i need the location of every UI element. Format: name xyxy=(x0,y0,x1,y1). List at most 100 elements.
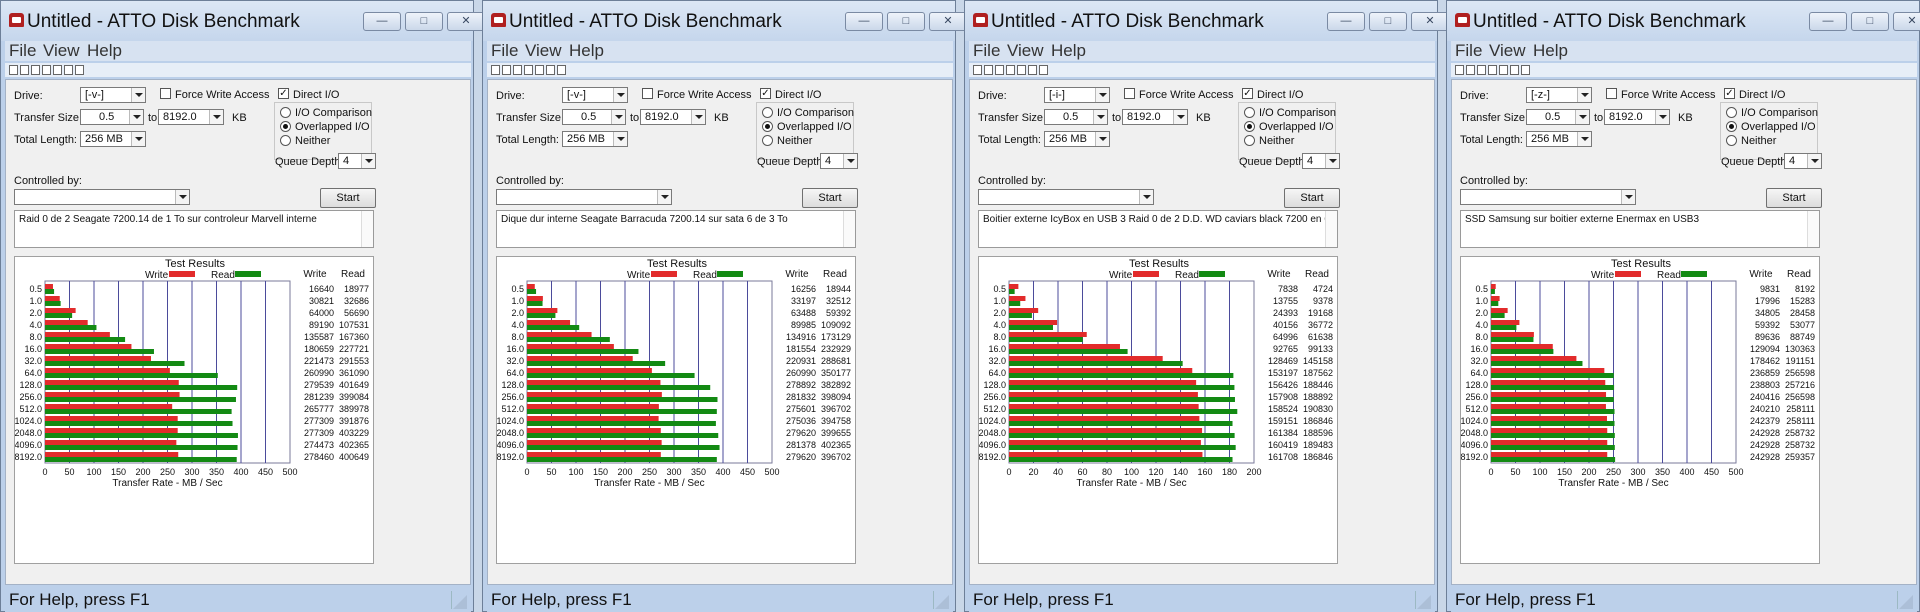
print-icon[interactable] xyxy=(42,65,51,75)
drive-select[interactable]: [-v-] xyxy=(562,87,628,103)
preview-icon[interactable] xyxy=(535,65,544,75)
io-comparison-radio[interactable] xyxy=(280,107,291,118)
io-comparison-radio[interactable] xyxy=(762,107,773,118)
chevron-down-icon[interactable] xyxy=(361,154,375,168)
new-icon[interactable] xyxy=(491,65,500,75)
transfer-to-select[interactable]: 8192.0 xyxy=(640,109,706,125)
chevron-down-icon[interactable] xyxy=(1655,110,1669,124)
queue-depth-select[interactable]: 4 xyxy=(1784,153,1822,169)
start-button[interactable]: Start xyxy=(320,188,376,208)
new-icon[interactable] xyxy=(9,65,18,75)
chevron-down-icon[interactable] xyxy=(131,132,145,146)
new-icon[interactable] xyxy=(973,65,982,75)
chevron-down-icon[interactable] xyxy=(1095,88,1109,102)
queue-depth-select[interactable]: 4 xyxy=(820,153,858,169)
chevron-down-icon[interactable] xyxy=(1807,154,1821,168)
help-icon[interactable] xyxy=(546,65,555,75)
resize-grip-icon[interactable] xyxy=(1415,591,1431,609)
neither-radio[interactable] xyxy=(1726,135,1737,146)
chevron-down-icon[interactable] xyxy=(1575,110,1589,124)
force-write-checkbox[interactable] xyxy=(160,88,171,99)
resize-grip-icon[interactable] xyxy=(1897,591,1913,609)
chevron-down-icon[interactable] xyxy=(1577,132,1591,146)
maximize-button[interactable]: □ xyxy=(887,12,925,31)
chevron-down-icon[interactable] xyxy=(1577,88,1591,102)
close-button[interactable]: ✕ xyxy=(929,12,967,31)
transfer-to-select[interactable]: 8192.0 xyxy=(1122,109,1188,125)
neither-radio[interactable] xyxy=(280,135,291,146)
drive-select[interactable]: [-i-] xyxy=(1044,87,1110,103)
chevron-down-icon[interactable] xyxy=(1621,190,1635,204)
force-write-checkbox[interactable] xyxy=(1124,88,1135,99)
chevron-down-icon[interactable] xyxy=(1093,110,1107,124)
resize-grip-icon[interactable] xyxy=(933,591,949,609)
force-write-checkbox[interactable] xyxy=(642,88,653,99)
minimize-button[interactable]: — xyxy=(845,12,883,31)
help-icon[interactable] xyxy=(64,65,73,75)
controlled-by-select[interactable] xyxy=(978,189,1154,205)
description-field[interactable]: Dique dur interne Seagate Barracuda 7200… xyxy=(496,210,856,248)
chevron-down-icon[interactable] xyxy=(1173,110,1187,124)
overlapped-io-radio[interactable] xyxy=(1244,121,1255,132)
description-field[interactable]: SSD Samsung sur boitier externe Enermax … xyxy=(1460,210,1820,248)
scrollbar[interactable] xyxy=(843,211,855,247)
transfer-from-select[interactable]: 0.5 xyxy=(1044,109,1108,125)
start-button[interactable]: Start xyxy=(802,188,858,208)
menu-file[interactable]: File xyxy=(973,41,1000,61)
total-length-select[interactable]: 256 MB xyxy=(1526,131,1592,147)
minimize-button[interactable]: — xyxy=(1809,12,1847,31)
resize-grip-icon[interactable] xyxy=(451,591,467,609)
direct-io-checkbox[interactable]: ✓ xyxy=(760,88,771,99)
chevron-down-icon[interactable] xyxy=(131,88,145,102)
help-icon[interactable] xyxy=(1510,65,1519,75)
transfer-from-select[interactable]: 0.5 xyxy=(80,109,144,125)
controlled-by-select[interactable] xyxy=(1460,189,1636,205)
chevron-down-icon[interactable] xyxy=(613,88,627,102)
help-icon[interactable] xyxy=(1028,65,1037,75)
menu-file[interactable]: File xyxy=(491,41,518,61)
io-comparison-radio[interactable] xyxy=(1726,107,1737,118)
preview-icon[interactable] xyxy=(1017,65,1026,75)
menu-help[interactable]: Help xyxy=(1533,41,1568,61)
chevron-down-icon[interactable] xyxy=(1139,190,1153,204)
transfer-to-select[interactable]: 8192.0 xyxy=(1604,109,1670,125)
chevron-down-icon[interactable] xyxy=(657,190,671,204)
close-button[interactable]: ✕ xyxy=(1411,12,1449,31)
total-length-select[interactable]: 256 MB xyxy=(80,131,146,147)
chevron-down-icon[interactable] xyxy=(613,132,627,146)
menu-file[interactable]: File xyxy=(9,41,36,61)
transfer-from-select[interactable]: 0.5 xyxy=(1526,109,1590,125)
transfer-to-select[interactable]: 8192.0 xyxy=(158,109,224,125)
close-button[interactable]: ✕ xyxy=(447,12,485,31)
save-icon[interactable] xyxy=(513,65,522,75)
open-icon[interactable] xyxy=(20,65,29,75)
chevron-down-icon[interactable] xyxy=(1325,154,1339,168)
menu-view[interactable]: View xyxy=(1007,41,1044,61)
chevron-down-icon[interactable] xyxy=(691,110,705,124)
queue-depth-select[interactable]: 4 xyxy=(1302,153,1340,169)
context-help-icon[interactable] xyxy=(1521,65,1530,75)
save-icon[interactable] xyxy=(31,65,40,75)
neither-radio[interactable] xyxy=(1244,135,1255,146)
controlled-by-select[interactable] xyxy=(496,189,672,205)
print-icon[interactable] xyxy=(524,65,533,75)
overlapped-io-radio[interactable] xyxy=(762,121,773,132)
chevron-down-icon[interactable] xyxy=(1095,132,1109,146)
direct-io-checkbox[interactable]: ✓ xyxy=(278,88,289,99)
preview-icon[interactable] xyxy=(1499,65,1508,75)
print-icon[interactable] xyxy=(1488,65,1497,75)
save-icon[interactable] xyxy=(995,65,1004,75)
overlapped-io-radio[interactable] xyxy=(280,121,291,132)
menu-view[interactable]: View xyxy=(1489,41,1526,61)
menu-help[interactable]: Help xyxy=(1051,41,1086,61)
minimize-button[interactable]: — xyxy=(363,12,401,31)
minimize-button[interactable]: — xyxy=(1327,12,1365,31)
queue-depth-select[interactable]: 4 xyxy=(338,153,376,169)
start-button[interactable]: Start xyxy=(1766,188,1822,208)
scrollbar[interactable] xyxy=(1325,211,1337,247)
title-bar[interactable]: Untitled - ATTO Disk Benchmark — □ ✕ xyxy=(483,1,967,41)
neither-radio[interactable] xyxy=(762,135,773,146)
preview-icon[interactable] xyxy=(53,65,62,75)
start-button[interactable]: Start xyxy=(1284,188,1340,208)
menu-file[interactable]: File xyxy=(1455,41,1482,61)
